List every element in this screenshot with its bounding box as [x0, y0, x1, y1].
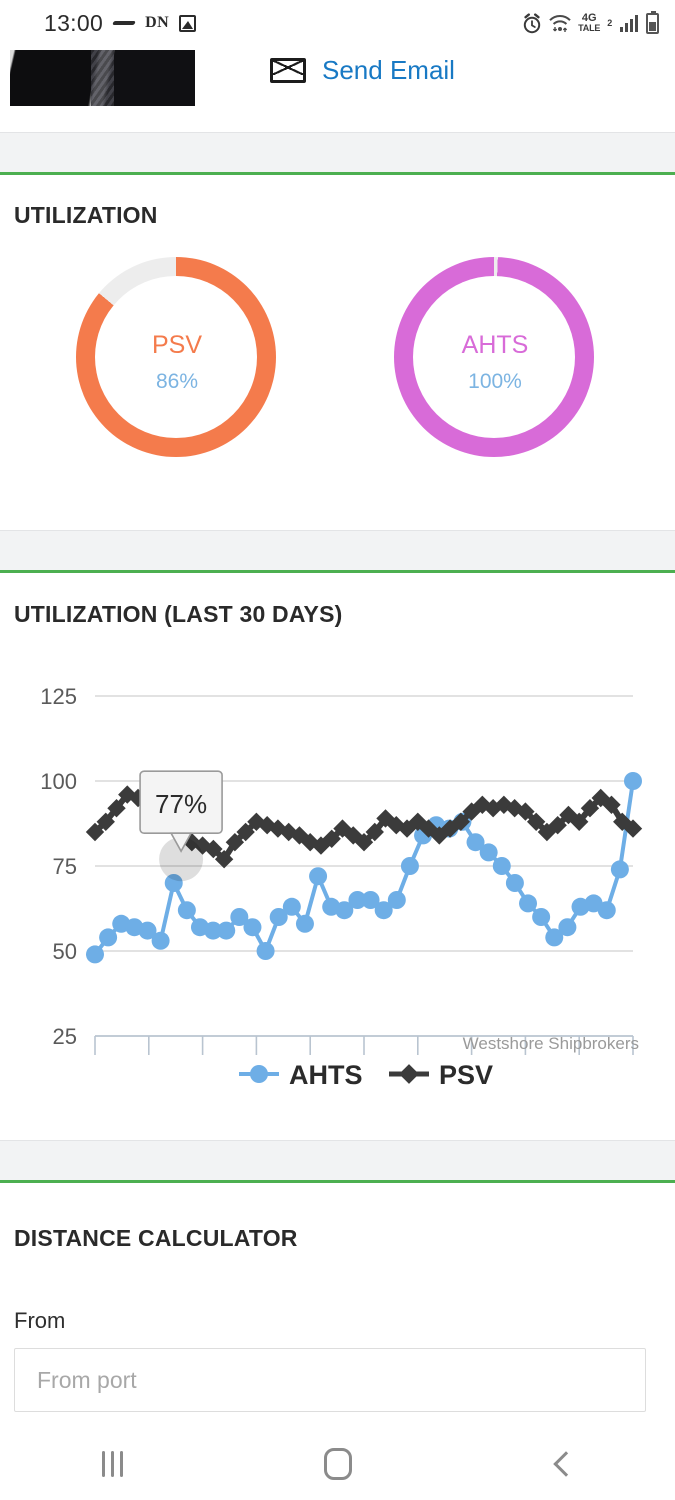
utilization-line-chart[interactable]: 25 50 75 100 125 77% AHTS PSV	[0, 573, 675, 1143]
y-axis-tick-label: 75	[53, 854, 77, 879]
chart-tooltip: 77%	[139, 770, 223, 882]
utilization-title: UTILIZATION	[14, 202, 158, 228]
sim-index: 2	[607, 18, 612, 28]
y-axis-tick-label: 100	[40, 769, 77, 794]
recents-button[interactable]	[0, 1428, 225, 1500]
profile-photo	[10, 50, 195, 106]
back-icon	[552, 1451, 579, 1477]
android-nav-bar	[0, 1428, 675, 1500]
data-point-ahts	[597, 901, 616, 920]
utilization-card: UTILIZATION PSV 86% AHTS 100%	[0, 175, 675, 525]
data-point-ahts	[309, 867, 328, 886]
y-axis-tick-label: 50	[53, 939, 77, 964]
send-email-button[interactable]: Send Email	[270, 55, 455, 86]
utilization-chart-section: UTILIZATION (LAST 30 DAYS) 25 50 75 100 125 7…	[0, 530, 675, 1143]
carrier-label: DN	[145, 14, 170, 31]
gauge-ahts-label: AHTS	[461, 331, 529, 359]
data-point-ahts	[256, 942, 275, 960]
utilization-section: UTILIZATION PSV 86% AHTS 100%	[0, 132, 675, 525]
data-point-ahts	[295, 914, 314, 933]
data-point-ahts	[99, 928, 118, 947]
envelope-icon	[270, 58, 306, 83]
app-root: 13:00 DN 4G TALE 2 Send Email UTILIZATIO…	[0, 0, 675, 1500]
profile-header-row: Send Email	[0, 46, 675, 132]
data-point-ahts	[243, 918, 262, 937]
data-point-ahts	[492, 857, 511, 875]
gauge-ahts[interactable]: AHTS 100%	[380, 257, 610, 477]
y-axis-tick-label: 125	[40, 684, 77, 709]
data-point-ahts	[532, 908, 551, 926]
data-point-ahts	[610, 860, 629, 879]
back-button[interactable]	[450, 1428, 675, 1500]
gauge-psv[interactable]: PSV 86%	[62, 257, 292, 477]
data-point-ahts	[505, 874, 524, 892]
gauge-psv-value: 86%	[155, 370, 199, 393]
section-gap-band	[0, 132, 675, 172]
y-axis-tick-label: 25	[53, 1024, 77, 1049]
data-point-ahts	[86, 945, 104, 964]
data-point-ahts	[624, 772, 642, 790]
legend-label: PSV	[439, 1060, 493, 1090]
distance-calculator-title: DISTANCE CALCULATOR	[14, 1225, 298, 1251]
data-point-ahts	[400, 857, 419, 875]
network-indicator: 4G TALE	[578, 13, 600, 33]
data-point-ahts	[177, 901, 196, 920]
from-port-input[interactable]	[14, 1348, 646, 1412]
gauge-ahts-value: 100%	[468, 370, 522, 393]
data-point-ahts	[282, 897, 301, 916]
battery-icon	[646, 10, 659, 34]
photo-icon	[179, 14, 197, 32]
status-time: 13:00	[44, 9, 104, 36]
chart-attribution: Westshore Shipbrokers	[462, 1034, 639, 1053]
data-point-ahts	[387, 891, 406, 909]
data-point-ahts	[479, 843, 498, 862]
legend-label: AHTS	[289, 1060, 363, 1090]
signal-icon	[620, 15, 638, 32]
network-name: TALE	[578, 23, 601, 33]
legend-item-ahts: AHTS	[239, 1060, 363, 1090]
recents-icon	[102, 1451, 123, 1477]
utilization-chart-card: UTILIZATION (LAST 30 DAYS) 25 50 75 100 125 7…	[0, 573, 675, 1143]
alarm-icon	[523, 12, 541, 33]
home-icon	[323, 1448, 352, 1480]
data-point-ahts	[558, 918, 577, 937]
from-field-label: From	[14, 1308, 66, 1333]
data-point-ahts	[217, 921, 236, 940]
tooltip-text: 77%	[155, 789, 207, 819]
legend-marker	[250, 1065, 268, 1083]
section-gap-band	[0, 1140, 675, 1180]
section-gap-band	[0, 530, 675, 570]
send-email-label: Send Email	[322, 55, 455, 85]
data-point-ahts	[151, 931, 170, 950]
home-button[interactable]	[225, 1428, 450, 1500]
do-not-disturb-icon	[113, 17, 135, 29]
legend-marker	[399, 1064, 419, 1084]
data-point-ahts	[519, 894, 538, 913]
wifi-icon	[549, 14, 571, 32]
status-bar: 13:00 DN 4G TALE 2	[0, 0, 675, 46]
status-bar-right: 4G TALE 2	[522, 10, 659, 34]
status-bar-left: 13:00 DN	[44, 9, 197, 37]
legend-item-psv: PSV	[389, 1060, 493, 1090]
gauge-psv-label: PSV	[151, 331, 203, 359]
